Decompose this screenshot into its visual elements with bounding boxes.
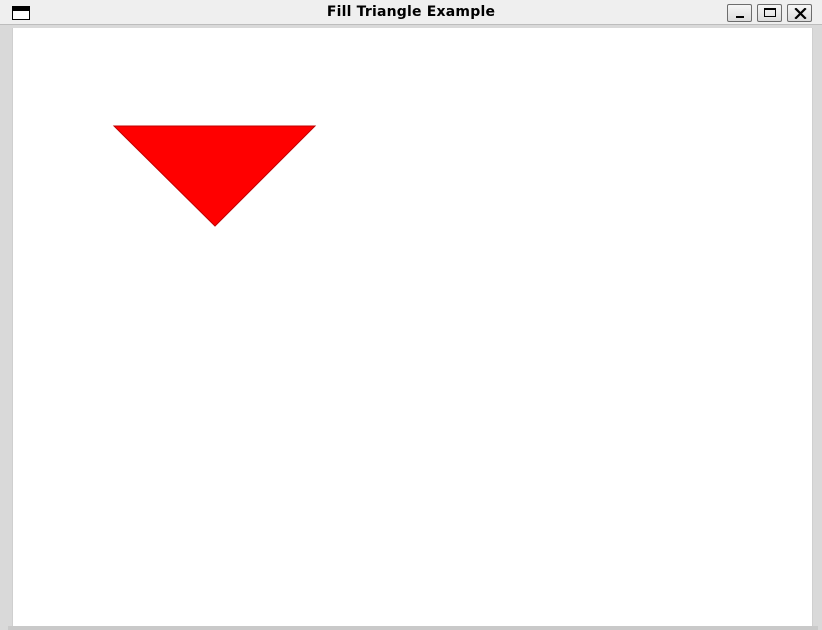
maximize-button[interactable]: [757, 4, 782, 22]
title-bar[interactable]: Fill Triangle Example: [0, 0, 822, 25]
filled-triangle: [112, 125, 317, 227]
drawing-canvas: [112, 125, 317, 227]
app-window: Fill Triangle Example: [0, 0, 822, 630]
drawing-area[interactable]: [12, 28, 813, 626]
close-icon: [794, 8, 807, 19]
window-bottom-border: [8, 626, 818, 630]
window-title: Fill Triangle Example: [326, 4, 496, 20]
close-button[interactable]: [787, 4, 812, 22]
minimize-button[interactable]: [727, 4, 752, 22]
